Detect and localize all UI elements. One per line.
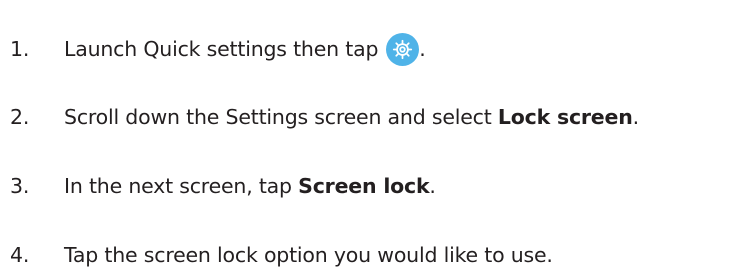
step-text-main: Scroll down the Settings screen and sele… [64,105,498,129]
step-text-main: In the next screen, tap [64,174,299,198]
step-number: 3. [10,174,30,198]
step-text-end: . [632,105,640,129]
step-text-main: Launch Quick settings then tap [64,37,379,61]
step-text-end: . [429,174,436,198]
step-number: 1. [10,37,30,61]
step-text-end: . [419,37,426,61]
step-number: 4. [10,243,30,267]
screen-lock-term: Screen lock [298,174,430,198]
step-text: Tap the screen lock option you would lik… [64,243,553,267]
step-number: 2. [10,105,30,129]
gear-icon [386,32,420,66]
step-text: Launch Quick settings then tap . [64,32,426,66]
instruction-steps: 1. Launch Quick settings then tap . 2. S… [0,0,744,277]
step-text-main: Tap the screen lock option you would lik… [64,243,553,267]
step-text: In the next screen, tap Screen lock . [64,174,436,198]
step-text: Scroll down the Settings screen and sele… [64,105,639,129]
lock-screen-term: Lock screen [497,105,633,129]
